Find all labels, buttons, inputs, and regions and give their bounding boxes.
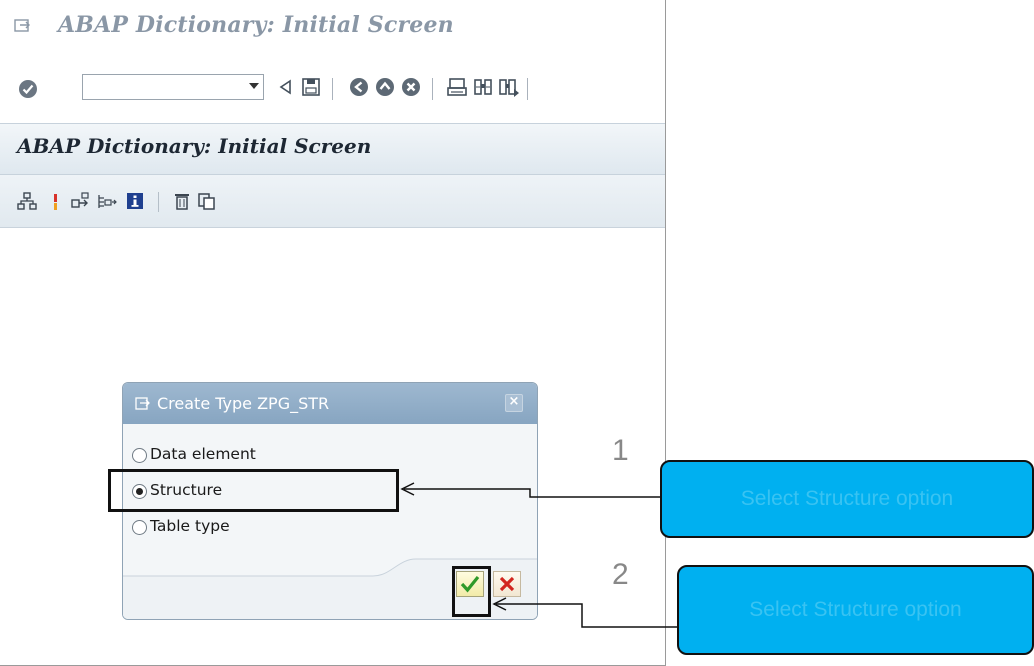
step-number-1: 1 (612, 434, 629, 467)
step-number-2: 2 (612, 558, 629, 591)
callout-select-structure: Select Structure option (660, 460, 1034, 538)
callout-select-ok: Select Structure option (677, 565, 1034, 655)
